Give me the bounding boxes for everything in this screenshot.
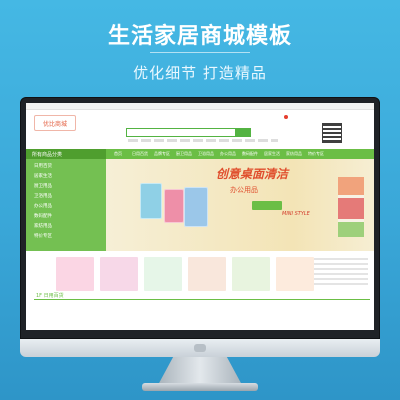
nav-item[interactable]: 办公用品 (220, 151, 236, 157)
nav-item[interactable]: 居家生活 (264, 151, 280, 157)
nav-item[interactable]: 厨卫用品 (176, 151, 192, 157)
sidebar-item[interactable]: 特价专区 (34, 233, 52, 241)
product-row (56, 253, 314, 293)
sidebar-item[interactable]: 家纺用品 (34, 223, 52, 231)
nav-item[interactable]: 品牌专区 (154, 151, 170, 157)
product-card[interactable] (56, 257, 94, 291)
product-card[interactable] (188, 257, 226, 291)
search-button[interactable] (236, 128, 251, 137)
nav-item[interactable]: 日用百货 (132, 151, 148, 157)
nav-item[interactable]: 卫浴用品 (198, 151, 214, 157)
news-panel (312, 255, 370, 305)
product-image (140, 183, 162, 219)
nav-item[interactable]: 特价专区 (308, 151, 324, 157)
product-card[interactable] (276, 257, 314, 291)
page-headline: 生活家居商城模板 (107, 24, 292, 49)
sidebar-item[interactable]: 居家生活 (34, 173, 52, 181)
banner-style-text: MINI STYLE (282, 211, 310, 217)
page-tagline: 优化细节 打造精品 (133, 64, 267, 82)
cart-icon[interactable] (284, 115, 288, 119)
monitor-logo (194, 344, 206, 352)
product-card[interactable] (100, 257, 138, 291)
nav-item[interactable]: 家纺用品 (286, 151, 302, 157)
product-card[interactable] (232, 257, 270, 291)
sidebar-item[interactable]: 卫浴用品 (34, 193, 52, 201)
nav-item[interactable]: 数码配件 (242, 151, 258, 157)
banner-subtitle: 办公用品 (230, 186, 258, 194)
monitor-screen: 优比商城 所有商品分类 首页 日用百货 品牌专区 厨卫用品 卫浴用品 办公用品 … (26, 103, 374, 330)
floor-label: 1F 日用百货 (36, 293, 64, 299)
sidebar-item[interactable]: 厨卫用品 (34, 183, 52, 191)
nav-item[interactable]: 首页 (114, 151, 122, 157)
product-card[interactable] (144, 257, 182, 291)
sidebar-item[interactable]: 日用百货 (34, 163, 52, 171)
top-bar (26, 103, 374, 110)
product-image (164, 189, 184, 223)
product-image (184, 187, 208, 227)
floor-divider (34, 299, 370, 300)
sidebar-item[interactable]: 数码配件 (34, 213, 52, 221)
qr-code (322, 123, 342, 143)
title-divider (150, 52, 250, 53)
storage-boxes-image (338, 177, 364, 237)
banner-title: 创意桌面清洁 (216, 167, 289, 181)
monitor-stand (158, 357, 242, 385)
banner-button[interactable] (252, 201, 282, 210)
nav-category-button[interactable]: 所有商品分类 (26, 149, 106, 159)
sidebar-item[interactable]: 办公用品 (34, 203, 52, 211)
search-input[interactable] (126, 128, 236, 137)
monitor-base (142, 383, 258, 391)
hot-keywords (128, 139, 278, 142)
site-logo[interactable]: 优比商城 (34, 115, 76, 131)
